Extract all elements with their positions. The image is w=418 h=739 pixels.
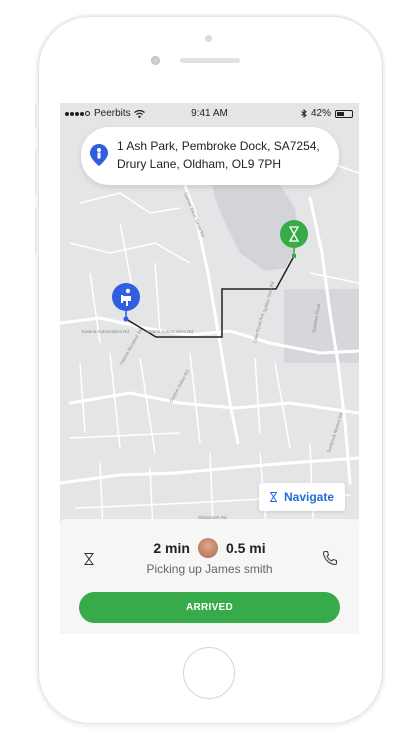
destination-card[interactable]: 1 Ash Park, Pembroke Dock, SA7254, Drury… [81, 127, 339, 185]
destination-line-1: 1 Ash Park, Pembroke Dock, SA7254, [117, 139, 320, 153]
passenger-avatar [197, 538, 218, 558]
hourglass-icon [269, 492, 277, 502]
navigate-button[interactable]: Navigate [259, 483, 345, 511]
front-camera [205, 35, 212, 42]
trip-distance: 0.5 mi [225, 540, 266, 556]
navigate-label: Navigate [283, 490, 335, 504]
battery-icon [335, 109, 353, 118]
eta-time: 2 min [153, 540, 190, 556]
pickup-status-text: Picking up James smith [146, 562, 273, 576]
destination-line-2: Drury Lane, Oldham, OL9 7PH [117, 157, 282, 171]
battery-percentage: 42% [310, 108, 331, 119]
bluetooth-icon [301, 109, 307, 118]
location-pin-icon [90, 144, 108, 166]
earpiece-speaker [180, 58, 240, 63]
app-screen: Kataria Automobiles Rd Kataria Automobil… [60, 103, 359, 634]
trip-sheet: 2 min 0.5 mi Picking up James smith ARRI… [60, 519, 359, 634]
arrived-button[interactable]: ARRIVED [79, 592, 340, 623]
phone-icon[interactable] [322, 550, 338, 566]
proximity-sensor [151, 56, 160, 65]
street-label: Kataria Automobiles Rd [146, 329, 194, 334]
street-label: Kataria Automobiles Rd [82, 329, 130, 334]
home-button[interactable] [183, 647, 235, 699]
status-bar: Peerbits 9:41 AM 42% [60, 103, 359, 123]
